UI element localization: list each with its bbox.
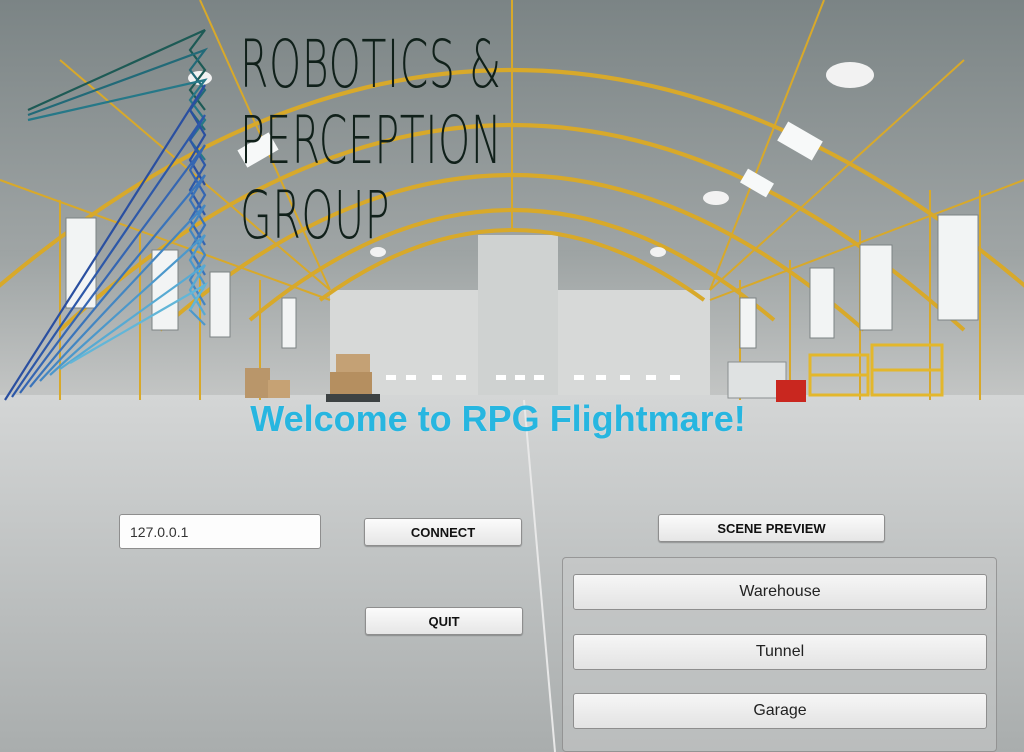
quit-button[interactable]: QUIT <box>365 607 523 635</box>
rpg-logo-icon <box>4 28 209 401</box>
scene-preview-button[interactable]: SCENE PREVIEW <box>658 514 885 542</box>
connect-button[interactable]: CONNECT <box>364 518 522 546</box>
logo-text-line2: PERCEPTION <box>240 102 503 179</box>
scene-garage-button[interactable]: Garage <box>573 693 987 729</box>
scene-list-panel: Warehouse Tunnel Garage <box>562 557 997 752</box>
logo-text-line3: GROUP <box>240 177 391 254</box>
logo-text-line1: ROBOTICS & <box>240 26 502 103</box>
scene-warehouse-button[interactable]: Warehouse <box>573 574 987 610</box>
scene-tunnel-button[interactable]: Tunnel <box>573 634 987 670</box>
main-menu-screen: ROBOTICS & PERCEPTION GROUP Welcome to R… <box>0 0 1024 752</box>
welcome-title: Welcome to RPG Flightmare! <box>250 398 746 439</box>
ip-address-input[interactable] <box>119 514 321 549</box>
